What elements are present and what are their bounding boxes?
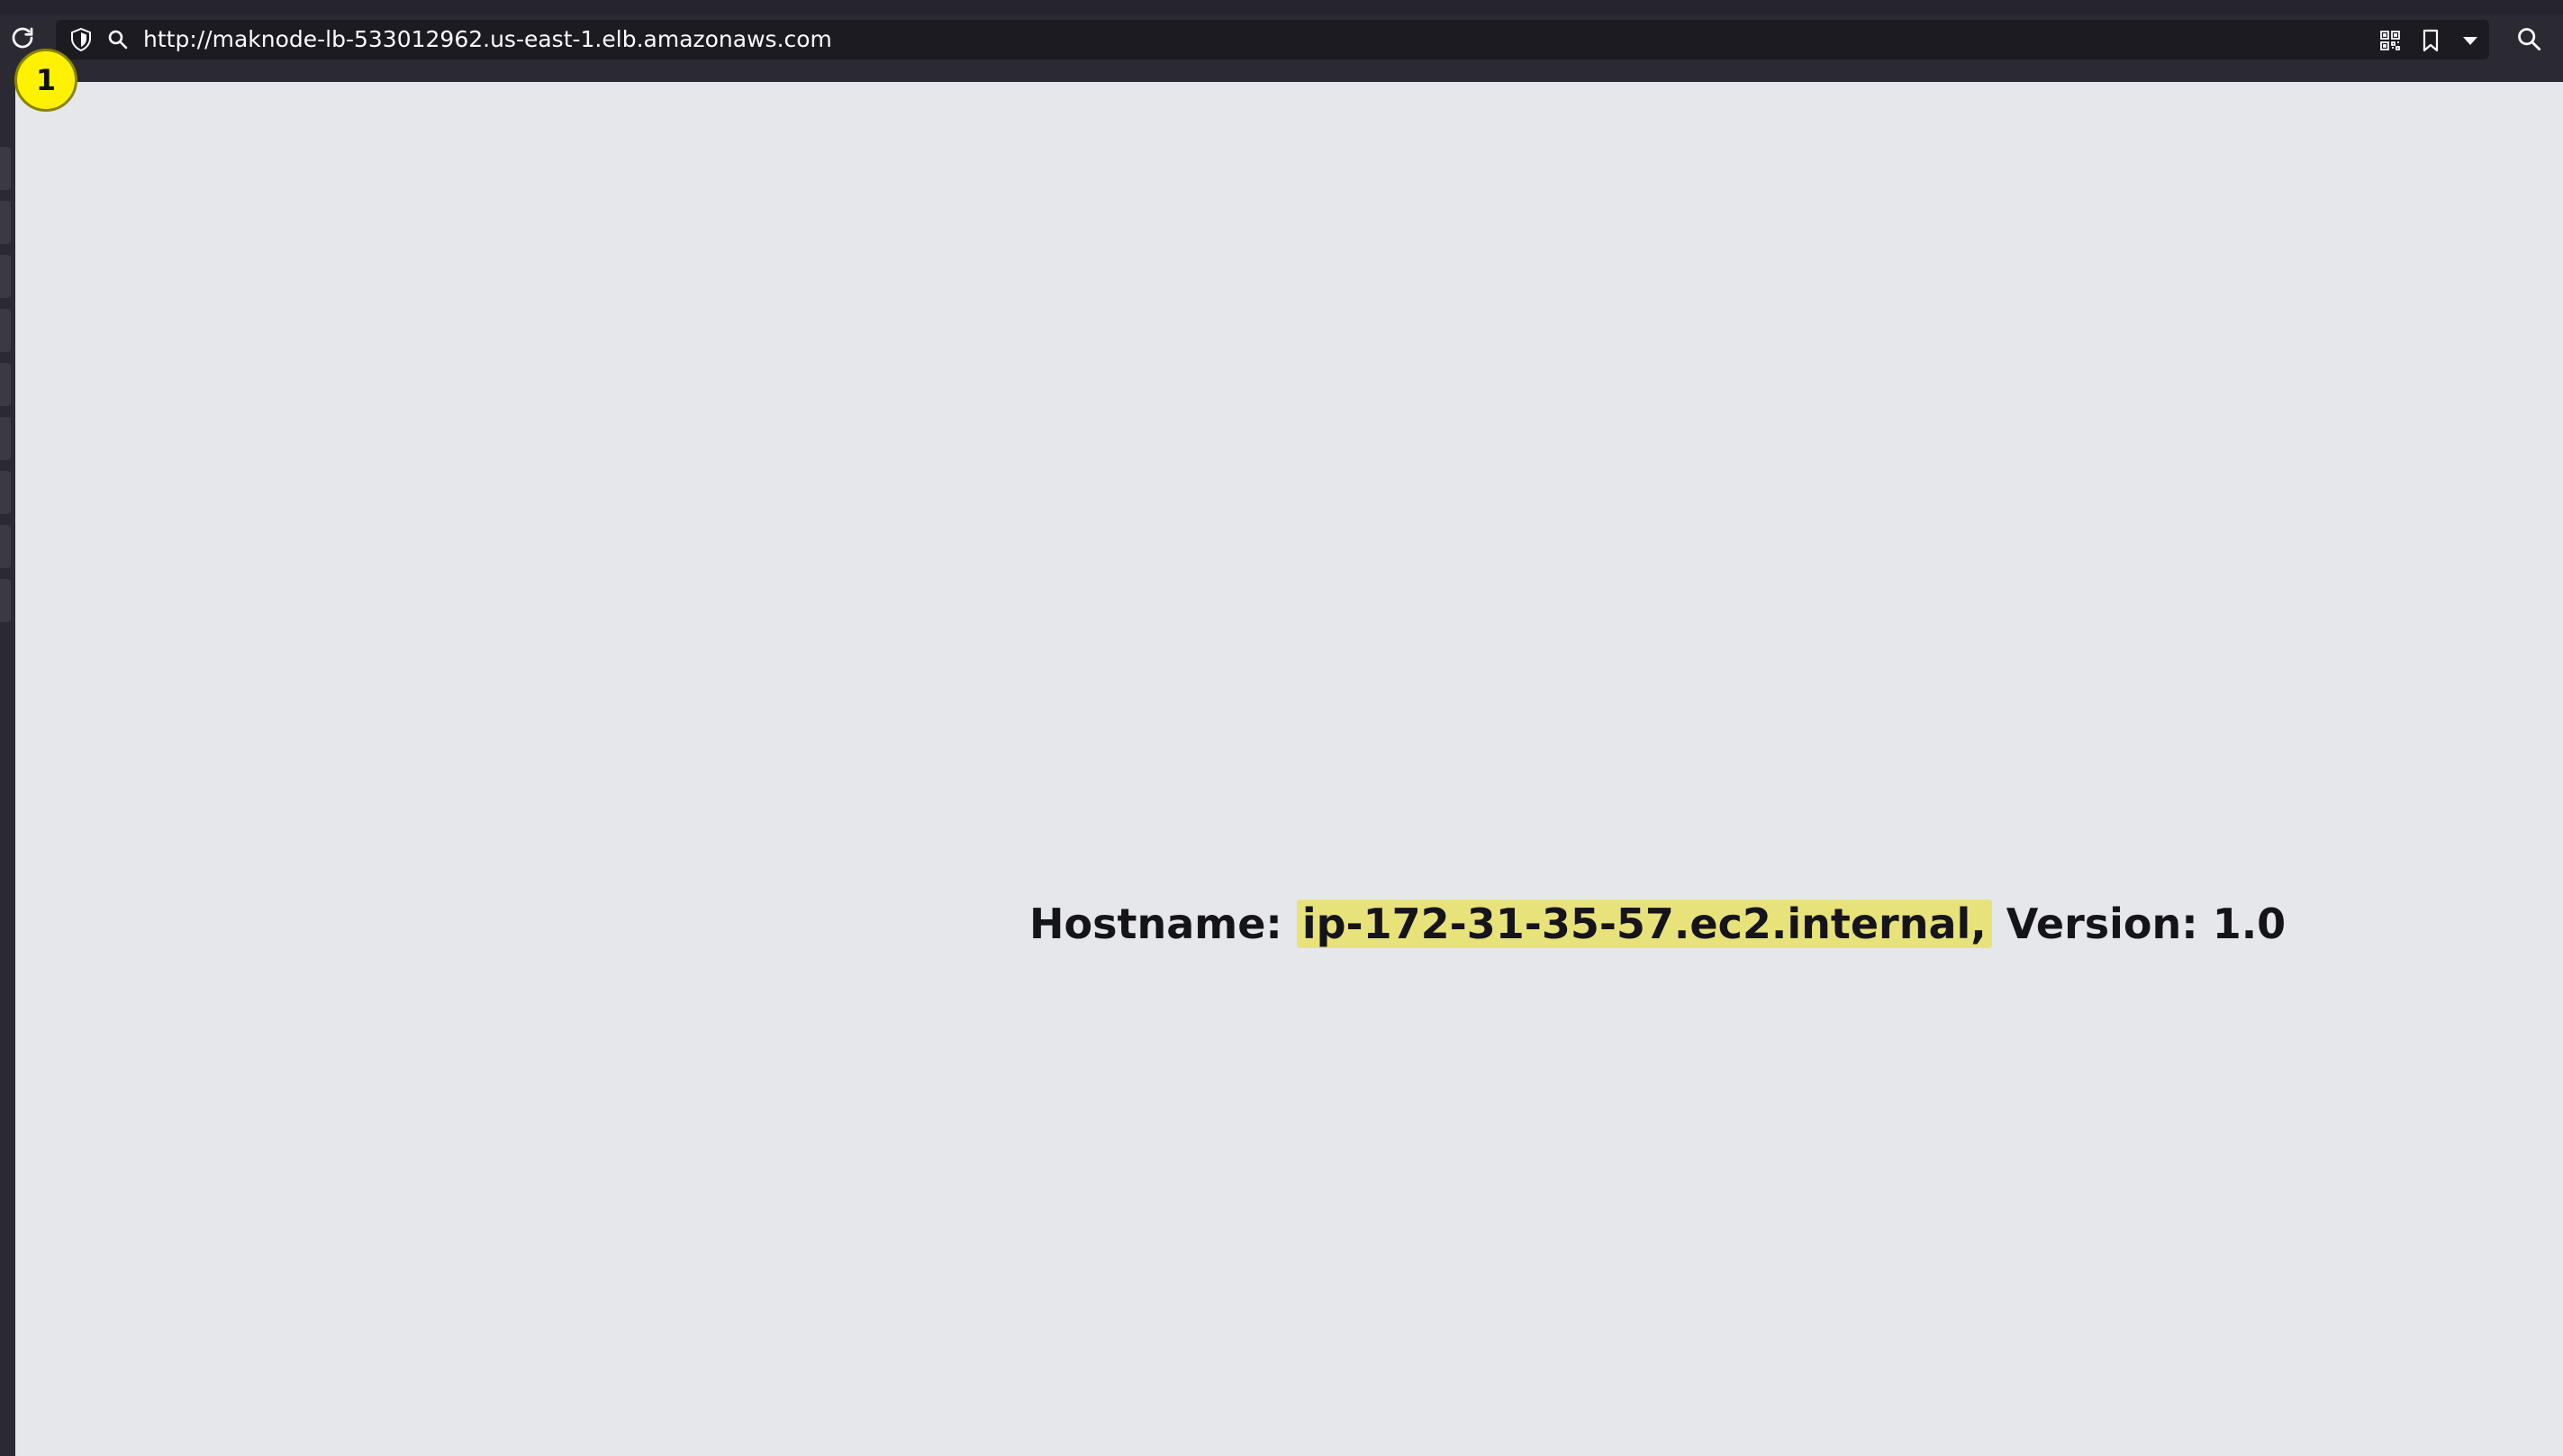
sidebar-tab[interactable] — [0, 417, 11, 460]
version-label: Version: — [2006, 900, 2198, 948]
qr-code-icon[interactable] — [2377, 27, 2404, 54]
url-text[interactable]: http://maknode-lb-533012962.us-east-1.el… — [143, 20, 832, 59]
browser-toolbar: http://maknode-lb-533012962.us-east-1.el… — [0, 0, 2563, 82]
sidebar-tab[interactable] — [0, 579, 11, 622]
sidebar-strip — [0, 82, 15, 1456]
search-icon — [104, 26, 131, 53]
sidebar-tab[interactable] — [0, 201, 11, 244]
hostname-label: Hostname: — [1029, 900, 1282, 948]
sidebar-tab[interactable] — [0, 255, 11, 298]
url-bar[interactable]: http://maknode-lb-533012962.us-east-1.el… — [56, 20, 2489, 59]
chevron-down-icon[interactable] — [2457, 27, 2484, 54]
search-icon[interactable] — [2513, 23, 2545, 55]
sidebar-tab[interactable] — [0, 525, 11, 568]
reload-icon[interactable] — [7, 23, 38, 53]
bookmark-icon[interactable] — [2417, 27, 2444, 54]
version-value: 1.0 — [2212, 900, 2287, 948]
hostname-value: ip-172-31-35-57.ec2.internal, — [1296, 900, 1992, 948]
hostname-version-line: Hostname: ip-172-31-35-57.ec2.internal, … — [1029, 891, 2286, 956]
sidebar-tab[interactable] — [0, 147, 11, 190]
sidebar-tab[interactable] — [0, 363, 11, 406]
shield-icon[interactable] — [68, 26, 95, 53]
step-marker: 1 — [14, 49, 77, 112]
sidebar-tab[interactable] — [0, 471, 11, 514]
toolbar-top-edge — [0, 0, 2563, 15]
sidebar-tab[interactable] — [0, 309, 11, 352]
